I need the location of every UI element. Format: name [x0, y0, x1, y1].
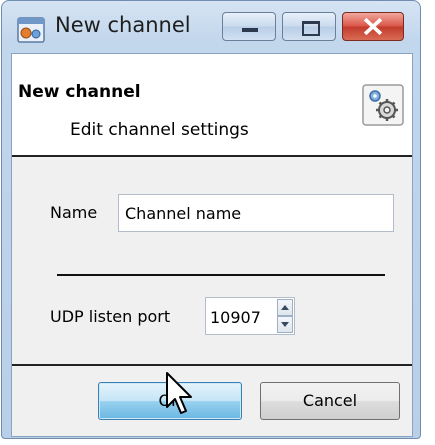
- maximize-icon: [302, 21, 320, 36]
- spin-up-icon: [281, 305, 289, 310]
- window-title: New channel: [55, 13, 191, 37]
- settings-form: Name UDP listen port 10907: [12, 157, 412, 364]
- dialog-window: New channel New channel Edit channel set…: [1, 0, 421, 439]
- udp-port-spinbox[interactable]: 10907: [205, 297, 295, 335]
- header-title: New channel: [18, 82, 141, 102]
- name-label: Name: [50, 203, 98, 222]
- name-input[interactable]: [118, 194, 394, 232]
- udp-port-label: UDP listen port: [50, 307, 171, 326]
- cancel-button[interactable]: Cancel: [260, 382, 400, 420]
- settings-gears-icon: [362, 84, 404, 126]
- port-spinner: [277, 299, 293, 333]
- dialog-client-area: New channel Edit channel settings Name U…: [11, 53, 413, 437]
- close-button[interactable]: [342, 12, 404, 41]
- channel-app-icon: [17, 17, 45, 43]
- maximize-button[interactable]: [282, 12, 336, 41]
- close-icon: [363, 17, 383, 36]
- header-subtitle: Edit channel settings: [70, 120, 249, 140]
- udp-port-value[interactable]: 10907: [210, 308, 261, 327]
- spin-down-button[interactable]: [277, 316, 293, 333]
- form-divider: [57, 274, 385, 276]
- dialog-header: New channel Edit channel settings: [12, 54, 412, 154]
- minimize-icon: [242, 28, 258, 32]
- spin-up-button[interactable]: [277, 299, 293, 316]
- minimize-button[interactable]: [222, 12, 276, 41]
- dialog-footer: OK Cancel: [12, 366, 412, 436]
- spin-down-icon: [281, 322, 289, 327]
- title-bar[interactable]: New channel: [2, 1, 420, 51]
- mouse-pointer-icon: [166, 372, 192, 414]
